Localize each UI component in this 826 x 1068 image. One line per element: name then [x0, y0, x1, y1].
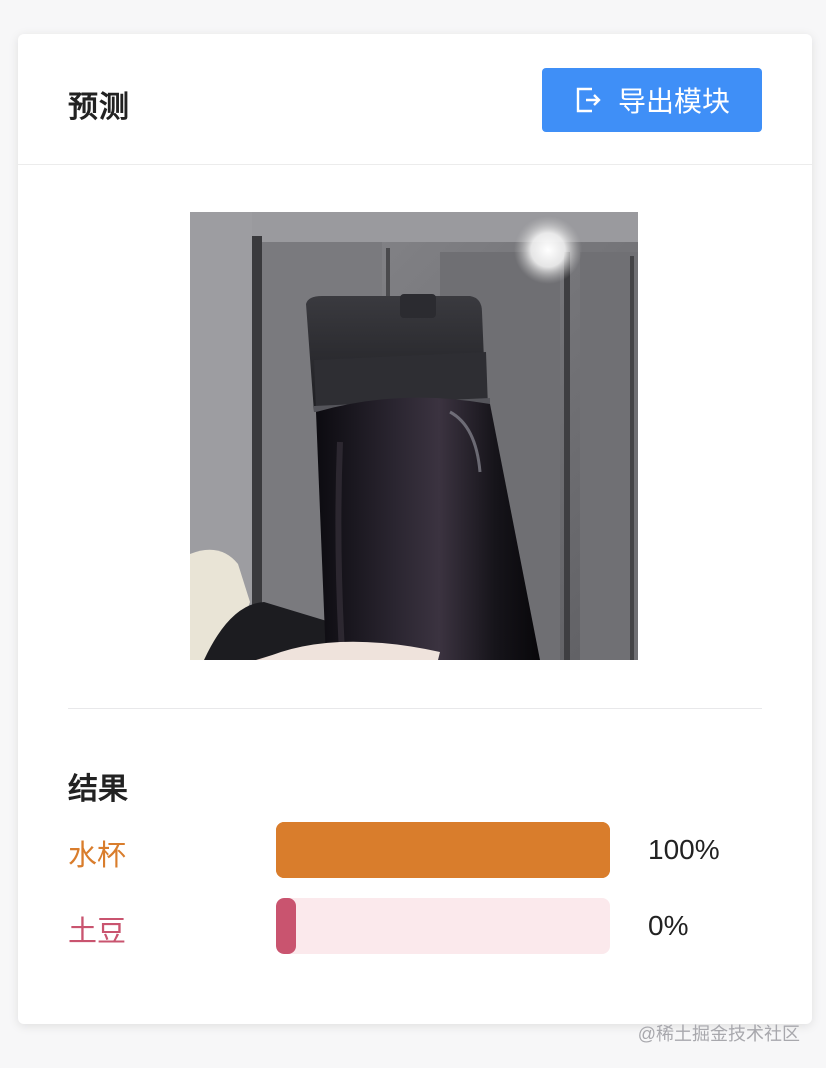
result-row-cup: 水杯 100% [68, 822, 762, 878]
prediction-card: 预测 导出模块 结果 水杯 100% 土豆 0% [18, 34, 812, 1024]
page: 预测 导出模块 结果 水杯 100% 土豆 0% @稀土掘金技术社区 [0, 0, 826, 1068]
export-button-label: 导出模块 [617, 86, 730, 117]
export-icon [574, 86, 602, 114]
preview-image [190, 212, 638, 660]
section-divider [68, 708, 762, 709]
result-label: 土豆 [68, 916, 127, 948]
results-title: 结果 [68, 773, 128, 806]
progress-track [276, 898, 610, 954]
result-percent: 100% [648, 834, 720, 865]
watermark: @稀土掘金技术社区 [637, 1024, 800, 1044]
card-header: 预测 导出模块 [18, 34, 812, 165]
progress-track [276, 822, 610, 878]
result-label: 水杯 [68, 840, 127, 872]
progress-fill [276, 898, 296, 954]
card-title: 预测 [68, 91, 130, 124]
progress-fill [276, 822, 610, 878]
export-module-button[interactable]: 导出模块 [542, 68, 762, 132]
result-row-potato: 土豆 0% [68, 898, 762, 954]
result-percent: 0% [648, 910, 689, 941]
